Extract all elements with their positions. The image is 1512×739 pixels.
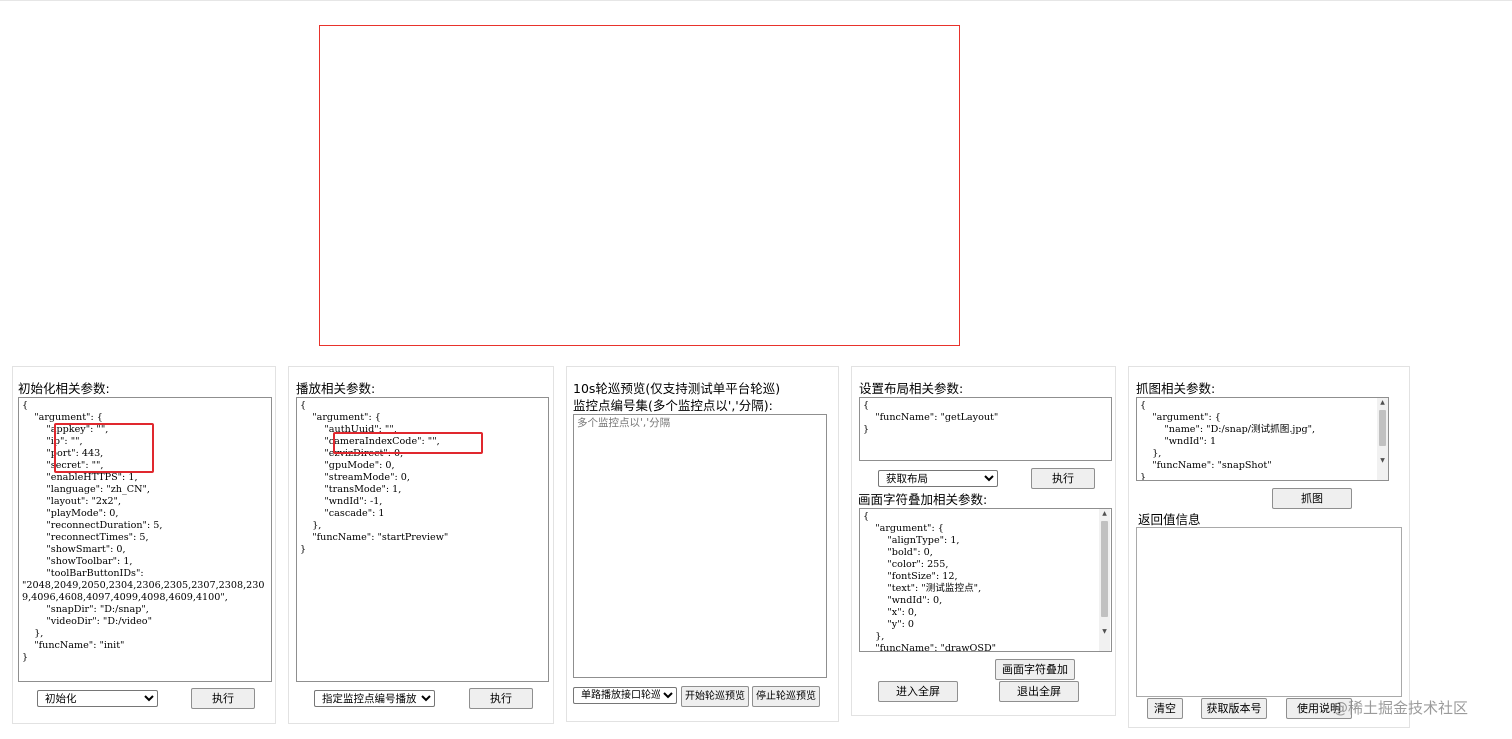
osd-params-textarea[interactable]: { "argument": { "alignType": 1, "bold": …: [859, 508, 1112, 652]
patrol-mode-select[interactable]: 单路播放接口轮巡: [573, 687, 677, 704]
play-params-textarea[interactable]: { "argument": { "authUuid": "", "cameraI…: [296, 397, 549, 682]
stop-patrol-button[interactable]: 停止轮巡预览: [752, 686, 820, 707]
return-info-textarea[interactable]: [1136, 527, 1402, 697]
play-panel-title: 播放相关参数:: [296, 381, 376, 396]
snap-panel-title: 抓图相关参数:: [1136, 381, 1216, 396]
snap-scrollbar-thumb[interactable]: [1379, 410, 1386, 446]
layout-exec-button[interactable]: 执行: [1031, 468, 1095, 489]
return-info-title: 返回值信息: [1138, 512, 1201, 527]
osd-scrollbar[interactable]: ▲ ▼: [1099, 509, 1110, 651]
init-exec-button[interactable]: 执行: [191, 688, 255, 709]
start-patrol-button[interactable]: 开始轮巡预览: [681, 686, 749, 707]
camera-codes-textarea[interactable]: [573, 414, 827, 678]
snap-params-textarea[interactable]: { "argument": { "name": "D:/snap/测试抓图.jp…: [1136, 397, 1389, 481]
layout-action-select[interactable]: 获取布局: [878, 470, 998, 487]
exit-fullscreen-button[interactable]: 退出全屏: [999, 681, 1079, 702]
patrol-panel-title: 10s轮巡预览(仅支持测试单平台轮巡): [573, 381, 781, 396]
clear-button[interactable]: 清空: [1147, 698, 1183, 719]
osd-panel-title: 画面字符叠加相关参数:: [858, 492, 988, 507]
video-plugin-area[interactable]: [319, 25, 960, 346]
watermark: @稀土掘金技术社区: [1333, 699, 1469, 717]
scroll-up-icon[interactable]: ▲: [1377, 398, 1388, 408]
snap-scrollbar[interactable]: ▲ ▼: [1377, 398, 1388, 480]
get-version-button[interactable]: 获取版本号: [1201, 698, 1267, 719]
snap-button[interactable]: 抓图: [1272, 488, 1352, 509]
init-panel-title: 初始化相关参数:: [18, 381, 110, 396]
layout-panel-title: 设置布局相关参数:: [859, 381, 964, 396]
osd-scrollbar-thumb[interactable]: [1101, 521, 1108, 617]
top-divider: [0, 0, 1512, 1]
play-action-select[interactable]: 指定监控点编号播放: [314, 690, 435, 707]
layout-params-textarea[interactable]: { "funcName": "getLayout" }: [859, 397, 1112, 461]
play-exec-button[interactable]: 执行: [469, 688, 533, 709]
patrol-panel-subtitle: 监控点编号集(多个监控点以','分隔):: [573, 398, 773, 413]
scroll-up-icon[interactable]: ▲: [1099, 509, 1110, 519]
osd-draw-button[interactable]: 画面字符叠加: [995, 659, 1075, 680]
init-action-select[interactable]: 初始化: [37, 690, 158, 707]
enter-fullscreen-button[interactable]: 进入全屏: [878, 681, 958, 702]
init-params-textarea[interactable]: { "argument": { "appkey": "", "ip": "", …: [18, 397, 272, 682]
scroll-down-icon[interactable]: ▼: [1099, 627, 1110, 637]
scroll-down-icon[interactable]: ▼: [1377, 456, 1388, 466]
